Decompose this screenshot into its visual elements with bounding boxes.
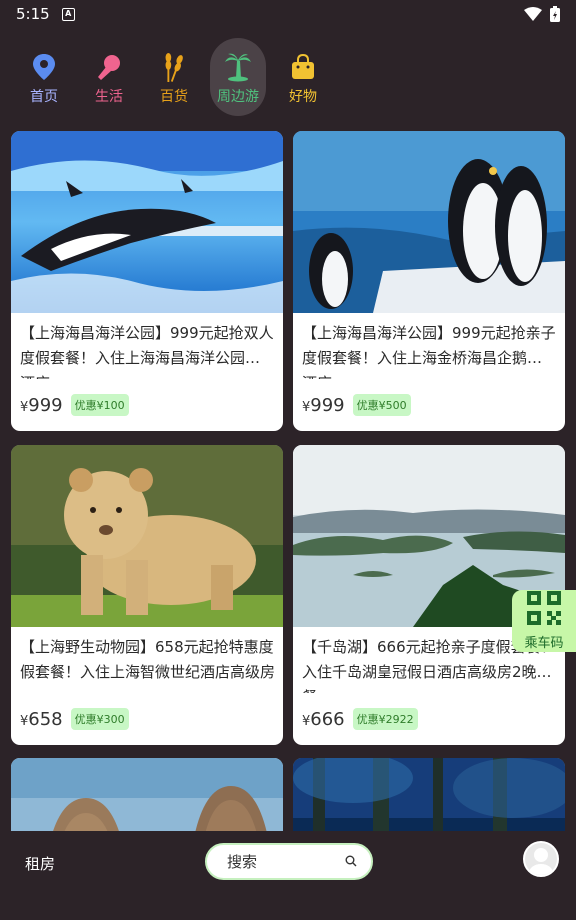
search-input[interactable] xyxy=(227,852,345,871)
product-title: 【上海野生动物园】658元起抢特惠度假套餐！入住上海智微世纪酒店高级房 xyxy=(20,638,276,681)
search-box[interactable] xyxy=(205,843,373,880)
palm-tree-icon xyxy=(223,52,253,82)
microphone-icon xyxy=(94,52,124,82)
battery-icon xyxy=(550,6,560,22)
product-card[interactable]: 【上海海昌海洋公园】999元起抢亲子度假套餐！入住上海金桥海昌企鹅度假酒店 ¥9… xyxy=(293,131,565,431)
wheat-icon xyxy=(159,52,189,82)
forest-night-image xyxy=(293,758,565,831)
category-picks[interactable]: 好物 xyxy=(275,38,331,116)
category-nearby[interactable]: 周边游 xyxy=(210,38,266,116)
price: ¥999 xyxy=(20,394,63,416)
category-label-life: 生活 xyxy=(95,89,123,105)
category-label-home: 首页 xyxy=(30,89,58,105)
avatar[interactable] xyxy=(523,841,559,877)
architecture-image xyxy=(11,758,283,831)
qr-code-icon xyxy=(527,591,561,629)
status-time: 5:15 xyxy=(16,5,50,23)
ride-code-button[interactable]: 乘车码 xyxy=(512,590,576,652)
category-label-nearby: 周边游 xyxy=(217,89,259,105)
price: ¥666 xyxy=(302,708,345,730)
price: ¥658 xyxy=(20,708,63,730)
orca-show-image xyxy=(11,131,283,313)
category-label-goods: 百货 xyxy=(160,89,188,105)
product-footer: ¥999 优惠¥500 xyxy=(293,379,565,431)
promo-badge: 优惠¥500 xyxy=(352,394,411,416)
promo-badge: 优惠¥100 xyxy=(70,394,129,416)
product-card[interactable]: 【上海野生动物园】658元起抢特惠度假套餐！入住上海智微世纪酒店高级房 ¥658… xyxy=(11,445,283,745)
category-nav: 首页 生活 百货 周边游 好物 xyxy=(0,36,576,120)
ride-code-label: 乘车码 xyxy=(524,636,564,651)
bottom-bar: 租房 xyxy=(0,831,576,920)
product-footer: ¥999 优惠¥100 xyxy=(11,379,283,431)
status-bar: 5:15 A xyxy=(0,0,576,28)
product-card[interactable] xyxy=(11,758,283,831)
category-life[interactable]: 生活 xyxy=(81,38,137,116)
product-title: 【上海海昌海洋公园】999元起抢双人度假套餐！入住上海海昌海洋公园度假酒店 xyxy=(20,324,276,379)
rent-link[interactable]: 租房 xyxy=(25,853,55,874)
search-icon[interactable] xyxy=(345,852,357,871)
location-pin-icon xyxy=(29,52,59,82)
price: ¥999 xyxy=(302,394,345,416)
product-card[interactable] xyxy=(293,758,565,831)
product-footer: ¥658 优惠¥300 xyxy=(11,693,283,745)
category-goods[interactable]: 百货 xyxy=(146,38,202,116)
promo-badge: 优惠¥300 xyxy=(70,708,129,730)
wifi-icon xyxy=(524,7,542,21)
promo-badge: 优惠¥2922 xyxy=(352,708,418,730)
shopping-bag-icon xyxy=(288,52,318,82)
product-title: 【上海海昌海洋公园】999元起抢亲子度假套餐！入住上海金桥海昌企鹅度假酒店 xyxy=(302,324,558,379)
penguins-image xyxy=(293,131,565,313)
product-footer: ¥666 优惠¥2922 xyxy=(293,693,565,745)
product-card[interactable]: 【上海海昌海洋公园】999元起抢双人度假套餐！入住上海海昌海洋公园度假酒店 ¥9… xyxy=(11,131,283,431)
category-home[interactable]: 首页 xyxy=(16,38,72,116)
category-label-picks: 好物 xyxy=(289,89,317,105)
a-badge-icon: A xyxy=(61,7,75,21)
product-grid: 【上海海昌海洋公园】999元起抢双人度假套餐！入住上海海昌海洋公园度假酒店 ¥9… xyxy=(11,131,565,831)
status-right xyxy=(524,6,560,22)
lion-cub-image xyxy=(11,445,283,627)
